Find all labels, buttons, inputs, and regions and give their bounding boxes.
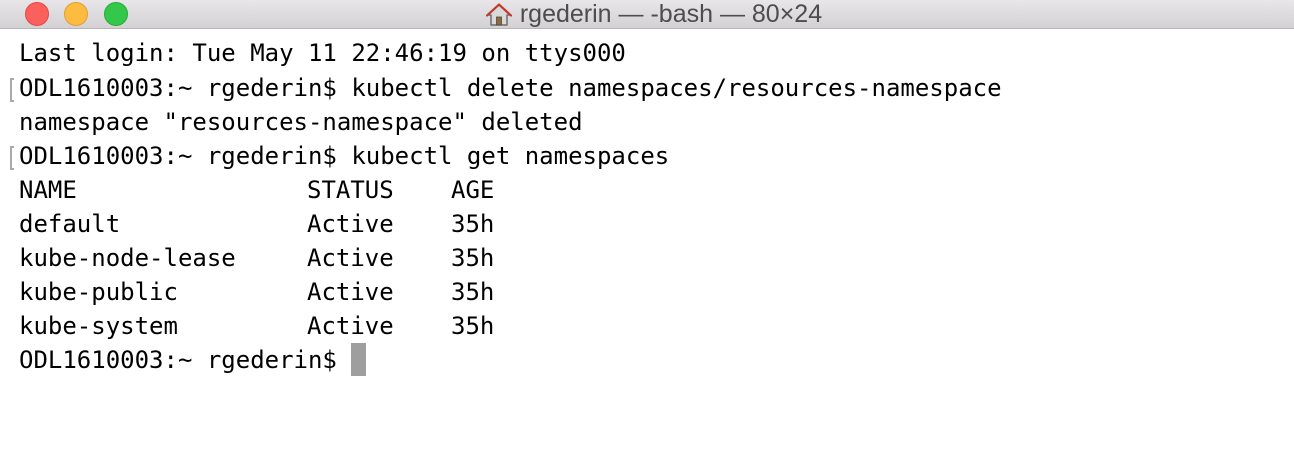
terminal-output[interactable]: Last login: Tue May 11 22:46:19 on ttys0…	[0, 29, 1294, 464]
table-header-age: AGE	[451, 176, 495, 204]
terminal-window: rgederin — -bash — 80×24 Last login: Tue…	[0, 0, 1294, 464]
command-line-get: ODL1610003:~ rgederin$ kubectl get names…	[19, 142, 670, 170]
delete-result-line: namespace "resources-namespace" deleted	[19, 108, 583, 136]
namespace-status: Active	[307, 278, 394, 306]
namespace-name: default	[19, 210, 121, 238]
table-row: kube-public Active 35h	[19, 275, 494, 309]
title-bar[interactable]: rgederin — -bash — 80×24	[0, 0, 1294, 29]
namespace-age: 35h	[451, 312, 495, 340]
last-login-line: Last login: Tue May 11 22:46:19 on ttys0…	[19, 39, 626, 67]
close-button[interactable]	[25, 2, 49, 26]
title-container: rgederin — -bash — 80×24	[0, 0, 1294, 29]
namespace-status: Active	[307, 210, 394, 238]
home-icon	[485, 2, 512, 26]
table-row: kube-system Active 35h	[19, 309, 494, 343]
namespace-name: kube-public	[19, 278, 178, 306]
table-header-status: STATUS	[307, 176, 394, 204]
table-row: kube-node-lease Active 35h	[19, 241, 494, 275]
shell-prompt: ODL1610003:~ rgederin$	[19, 346, 352, 374]
table-header-name: NAME	[19, 176, 77, 204]
namespace-age: 35h	[451, 278, 495, 306]
table-row: default Active 35h	[19, 207, 494, 241]
title-group: rgederin — -bash — 80×24	[485, 0, 823, 29]
namespace-name: kube-node-lease	[19, 244, 236, 272]
table-header-row: NAME STATUS AGE	[19, 173, 494, 207]
command-marker	[10, 146, 14, 170]
window-title: rgederin — -bash — 80×24	[519, 0, 823, 28]
namespace-age: 35h	[451, 210, 495, 238]
command-line-delete: ODL1610003:~ rgederin$ kubectl delete na…	[19, 74, 1002, 102]
zoom-button[interactable]	[104, 2, 128, 26]
namespace-status: Active	[307, 312, 394, 340]
namespace-status: Active	[307, 244, 394, 272]
namespace-age: 35h	[451, 244, 495, 272]
prompt-line[interactable]: ODL1610003:~ rgederin$	[19, 343, 367, 377]
command-marker	[10, 78, 14, 102]
text-cursor	[351, 343, 367, 376]
minimize-button[interactable]	[64, 2, 88, 26]
namespace-name: kube-system	[19, 312, 178, 340]
